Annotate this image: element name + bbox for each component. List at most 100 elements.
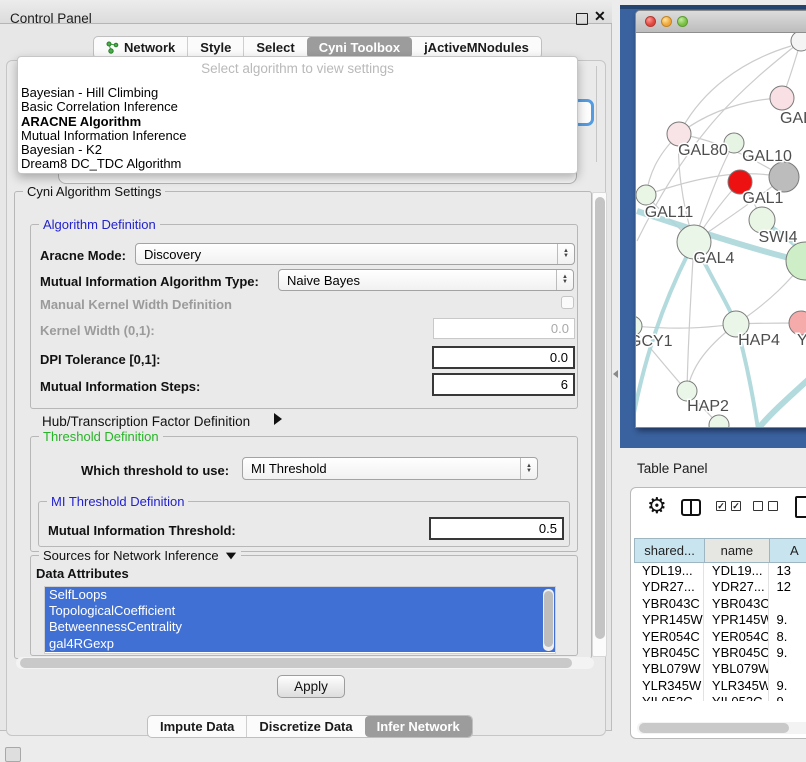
data-attributes-label: Data Attributes [36, 566, 129, 581]
kernel-width-input[interactable]: 0.0 [433, 318, 575, 339]
table-row[interactable]: YIL052CYIL052C9 [634, 694, 806, 701]
expander-arrow-icon[interactable] [274, 413, 282, 425]
table-cell [769, 661, 806, 677]
table-cell: 13 [769, 563, 806, 579]
mi-algorithm-type-value: Naive Bayes [279, 273, 556, 288]
tab-discretize-data[interactable]: Discretize Data [246, 716, 364, 737]
algorithm-option[interactable]: Basic Correlation Inference [21, 100, 574, 114]
table-cell: 9. [769, 612, 806, 628]
network-canvas[interactable]: GALGAL80GAL10GAL1GAL11SWI4GAL4GCY1HAP4YH… [636, 33, 806, 427]
dock-panel-icon[interactable] [5, 747, 21, 762]
tab-jactivemnodules[interactable]: jActiveMNodules [412, 37, 541, 58]
stepper-arrows-icon: ▲▼ [556, 270, 573, 290]
table-cell: 8. [769, 629, 806, 645]
network-icon [106, 41, 119, 54]
close-icon[interactable]: ✕ [594, 8, 606, 25]
panel-divider-handle[interactable] [613, 370, 618, 378]
data-attribute-item[interactable]: BetweennessCentrality [45, 619, 555, 635]
node-label: HAP4 [738, 332, 780, 349]
data-attribute-item[interactable]: SelfLoops [45, 587, 555, 603]
which-threshold-combo[interactable]: MI Threshold ▲▼ [242, 457, 538, 480]
which-threshold-value: MI Threshold [243, 461, 520, 476]
tab-network[interactable]: Network [94, 37, 187, 58]
algorithm-option[interactable]: ARACNE Algorithm [21, 115, 574, 129]
column-header[interactable]: name [704, 538, 769, 563]
tab-impute-data[interactable]: Impute Data [148, 716, 246, 737]
list-scrollbar[interactable] [543, 589, 554, 651]
table-row[interactable]: YER054CYER054C8. [634, 629, 806, 645]
table-hscrollbar-thumb[interactable] [639, 723, 789, 733]
column-header[interactable]: A [769, 538, 806, 563]
table-cell: YDL19... [634, 563, 704, 579]
tab-label: Style [200, 40, 231, 55]
network-node[interactable] [769, 162, 799, 192]
network-window-titlebar[interactable] [636, 11, 806, 33]
column-header[interactable]: shared... [634, 538, 704, 563]
tab-select[interactable]: Select [243, 37, 306, 58]
tab-label: Select [256, 40, 294, 55]
table-hscrollbar[interactable] [637, 722, 806, 734]
table-row[interactable]: YDR27...YDR27...12 [634, 579, 806, 595]
table-row[interactable]: YDL19...YDL19...13 [634, 563, 806, 579]
cyni-mode-tab-bar: Impute DataDiscretize DataInfer Network [147, 715, 473, 738]
dpi-tolerance-input[interactable]: 0.0 [432, 346, 575, 369]
table-cell: YER054C [704, 629, 769, 645]
list-scrollbar-thumb[interactable] [544, 591, 553, 647]
control-panel-title: Control Panel [10, 11, 92, 26]
tab-style[interactable]: Style [187, 37, 243, 58]
apply-button[interactable]: Apply [277, 675, 345, 698]
tab-cyni-toolbox[interactable]: Cyni Toolbox [307, 37, 412, 58]
node-label: HAP2 [687, 398, 729, 415]
collapse-arrow-icon[interactable] [225, 552, 235, 559]
table-row[interactable]: YPR145WYPR145W9. [634, 612, 806, 628]
table-row[interactable]: YLR345WYLR345W9. [634, 678, 806, 694]
float-window-icon[interactable] [576, 13, 588, 25]
network-node[interactable] [786, 242, 806, 280]
table-row[interactable]: YBR045CYBR045C9. [634, 645, 806, 661]
settings-hscrollbar-thumb[interactable] [20, 658, 572, 668]
node-label: GCY1 [636, 333, 673, 350]
algorithm-option[interactable]: Bayesian - K2 [21, 143, 574, 157]
table-cell: 9. [769, 678, 806, 694]
network-node[interactable] [791, 33, 806, 51]
table-cell: YDR27... [704, 579, 769, 595]
tab-label: Cyni Toolbox [319, 40, 400, 55]
algorithm-option[interactable]: Mutual Information Inference [21, 129, 574, 143]
table-cell: YLR345W [704, 678, 769, 694]
algorithm-option[interactable]: Dream8 DC_TDC Algorithm [21, 157, 574, 171]
data-attributes-list[interactable]: SelfLoopsTopologicalCoefficientBetweenne… [44, 586, 556, 654]
close-traffic-light-icon[interactable] [645, 16, 656, 27]
manual-kernel-width-checkbox[interactable] [561, 296, 574, 309]
node-label: GAL [780, 110, 806, 127]
zoom-traffic-light-icon[interactable] [677, 16, 688, 27]
manual-kernel-width-label: Manual Kernel Width Definition [40, 297, 232, 312]
table-cell: YPR145W [704, 612, 769, 628]
stepper-arrows-icon: ▲▼ [557, 244, 574, 264]
mi-steps-input[interactable]: 6 [432, 373, 575, 396]
settings-scrollbar[interactable] [592, 192, 607, 657]
network-node[interactable] [770, 86, 794, 110]
algorithm-option[interactable]: Bayesian - Hill Climbing [21, 86, 574, 100]
tab-infer-network[interactable]: Infer Network [365, 716, 472, 737]
node-label: GAL1 [743, 190, 784, 207]
column-view-icon[interactable] [681, 499, 701, 516]
algorithm-popup-placeholder: Select algorithm to view settings [18, 61, 577, 76]
table-row[interactable]: YBL079WYBL079W [634, 661, 806, 677]
algorithm-dropdown-popup: Select algorithm to view settings Bayesi… [17, 56, 578, 174]
settings-hscrollbar[interactable] [16, 657, 594, 669]
dpi-tolerance-label: DPI Tolerance [0,1]: [40, 352, 160, 367]
select-all-columns-icon[interactable]: ✓✓ [716, 501, 741, 511]
aracne-mode-combo[interactable]: Discovery ▲▼ [135, 243, 575, 265]
mi-algorithm-type-combo[interactable]: Naive Bayes ▲▼ [278, 269, 574, 291]
data-attribute-item[interactable]: TopologicalCoefficient [45, 603, 555, 619]
data-attribute-item[interactable]: gal4RGexp [45, 636, 555, 652]
network-node[interactable] [636, 185, 656, 205]
deselect-all-columns-icon[interactable] [753, 501, 778, 511]
settings-scrollbar-thumb[interactable] [595, 197, 605, 639]
mi-threshold-input[interactable]: 0.5 [429, 517, 564, 540]
export-table-icon[interactable] [795, 496, 806, 518]
table-row[interactable]: YBR043CYBR043C [634, 596, 806, 612]
minimize-traffic-light-icon[interactable] [661, 16, 672, 27]
settings-gear-icon[interactable]: ⚙ [647, 495, 667, 517]
table-cell [769, 596, 806, 612]
